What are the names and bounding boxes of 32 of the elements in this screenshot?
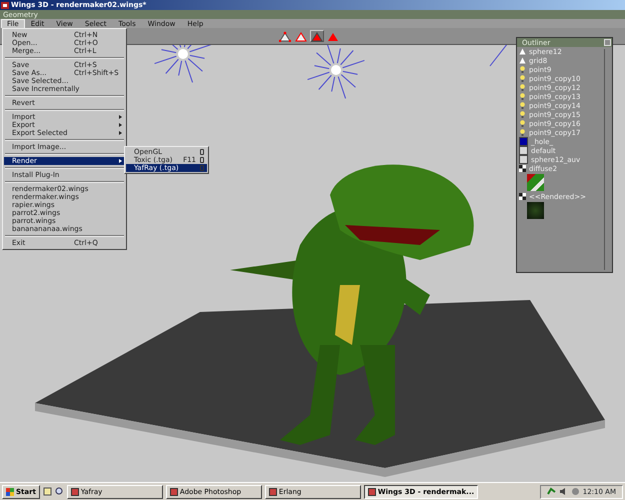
bulb-icon bbox=[519, 75, 526, 82]
speaker-icon bbox=[558, 487, 568, 496]
window-icon bbox=[368, 488, 376, 496]
tray-icon bbox=[570, 487, 580, 496]
desktop-icon[interactable] bbox=[42, 487, 52, 496]
close-icon[interactable] bbox=[604, 39, 611, 46]
light-icon bbox=[154, 45, 212, 83]
window-icon bbox=[170, 488, 178, 496]
light-beam-line bbox=[490, 45, 508, 66]
bulb-icon bbox=[519, 93, 526, 100]
bulb-icon bbox=[519, 120, 526, 127]
network-icon bbox=[546, 487, 556, 496]
window-icon bbox=[268, 488, 277, 496]
magnifier-icon[interactable] bbox=[54, 487, 64, 496]
bulb-icon bbox=[519, 111, 526, 118]
option-box-icon[interactable] bbox=[200, 149, 204, 155]
mode-button[interactable] bbox=[310, 30, 324, 42]
option-box-icon[interactable] bbox=[200, 157, 204, 163]
windows-logo-icon bbox=[6, 488, 14, 496]
app-icon bbox=[1, 2, 9, 8]
mode-button[interactable] bbox=[278, 30, 292, 42]
bulb-icon bbox=[519, 102, 526, 109]
mode-button[interactable] bbox=[294, 30, 308, 42]
bulb-icon bbox=[519, 84, 526, 91]
checker-icon bbox=[519, 193, 526, 200]
light-icon bbox=[307, 45, 365, 99]
bulb-icon bbox=[519, 129, 526, 136]
checker-icon bbox=[519, 165, 526, 172]
image-thumbnail bbox=[527, 174, 544, 191]
bulb-icon bbox=[519, 66, 526, 73]
window-icon bbox=[70, 488, 79, 496]
image-thumbnail bbox=[527, 202, 544, 219]
